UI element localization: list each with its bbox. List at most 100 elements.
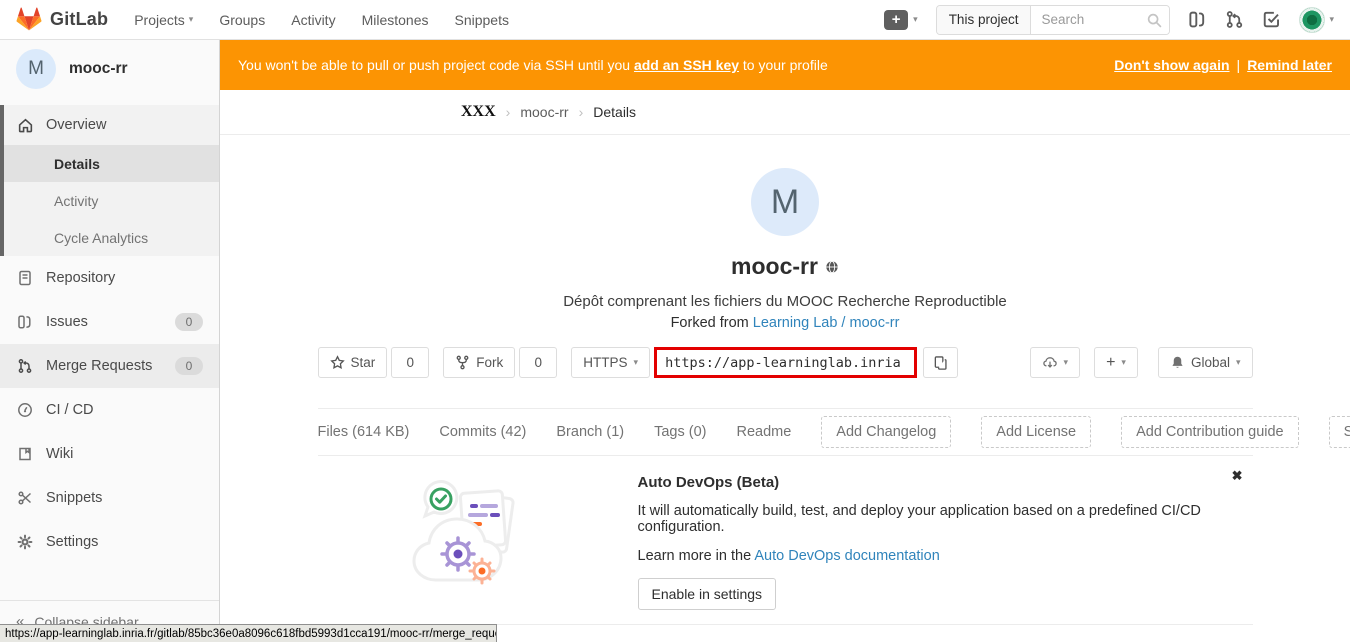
nav-projects[interactable]: Projects▾ [134, 12, 193, 28]
sidebar-item-label: Overview [46, 117, 106, 133]
sidebar-item-snippets[interactable]: Snippets [0, 476, 219, 520]
bell-icon [1170, 355, 1185, 370]
sidebar-item-label: Snippets [46, 490, 102, 506]
plus-icon: + [884, 10, 908, 30]
notification-dropdown[interactable]: Global ▾ [1158, 347, 1253, 378]
sidebar-item-settings[interactable]: Settings [0, 520, 219, 564]
chevron-down-icon: ▾ [1329, 15, 1334, 24]
fork-count[interactable]: 0 [519, 347, 557, 378]
download-icon [1042, 355, 1058, 370]
project-description: Dépôt comprenant les fichiers du MOOC Re… [318, 293, 1253, 310]
active-section-indicator [0, 105, 4, 256]
project-sidebar: M mooc-rr Overview Details Activity Cycl… [0, 40, 220, 642]
gitlab-project-page: GitLab Projects▾ Groups Activity Milesto… [0, 0, 1350, 642]
copy-url-button[interactable] [923, 347, 958, 378]
nav-activity[interactable]: Activity [291, 12, 335, 28]
nav-milestones[interactable]: Milestones [362, 12, 429, 28]
gear-icon [16, 534, 34, 550]
breadcrumb-page[interactable]: Details [593, 104, 636, 120]
user-menu[interactable]: ▾ [1299, 7, 1334, 33]
tab-tags[interactable]: Tags (0) [654, 424, 706, 440]
tab-files[interactable]: Files (614 KB) [318, 424, 410, 440]
sidebar-item-details[interactable]: Details [0, 145, 219, 182]
ssh-warning-banner: You won't be able to pull or push projec… [220, 40, 1350, 90]
gitlab-logo[interactable]: GitLab [16, 7, 108, 32]
project-title: mooc-rr [731, 253, 818, 280]
fork-icon [455, 355, 470, 370]
chevron-down-icon: ▾ [1121, 358, 1126, 367]
nav-groups[interactable]: Groups [219, 12, 265, 28]
sidebar-item-label: CI / CD [46, 402, 94, 418]
project-avatar-small: M [16, 49, 56, 89]
chevron-down-icon: ▾ [913, 15, 918, 24]
create-new-dropdown[interactable]: + ▾ [1094, 347, 1138, 378]
issues-dashboard-icon[interactable] [1188, 10, 1207, 29]
gitlab-tanuki-icon [16, 7, 42, 32]
enable-in-settings-button[interactable]: Enable in settings [638, 578, 777, 610]
clipboard-icon [933, 355, 948, 371]
sidebar-item-label: Merge Requests [46, 358, 152, 374]
tab-commits[interactable]: Commits (42) [439, 424, 526, 440]
add-changelog-button[interactable]: Add Changelog [821, 416, 951, 448]
add-ssh-key-link[interactable]: add an SSH key [634, 57, 739, 73]
add-license-button[interactable]: Add License [981, 416, 1091, 448]
fork-button[interactable]: Fork [443, 347, 515, 378]
dont-show-again-link[interactable]: Don't show again [1114, 57, 1229, 73]
merge-requests-icon[interactable] [1225, 10, 1244, 29]
todos-icon[interactable] [1262, 10, 1281, 29]
sidebar-item-issues[interactable]: Issues 0 [0, 300, 219, 344]
chevron-down-icon: ▾ [634, 358, 639, 367]
tab-readme[interactable]: Readme [736, 424, 791, 440]
banner-actions: Don't show again | Remind later [1114, 57, 1332, 73]
new-dropdown-button[interactable]: + ▾ [884, 10, 918, 30]
tab-branches[interactable]: Branch (1) [556, 424, 624, 440]
sidebar-item-activity[interactable]: Activity [0, 182, 219, 219]
search-field [1031, 6, 1169, 34]
sidebar-item-merge-requests[interactable]: Merge Requests 0 [0, 344, 219, 388]
auto-devops-title: Auto DevOps (Beta) [638, 474, 1253, 491]
auto-devops-doc-link[interactable]: Auto DevOps documentation [754, 548, 939, 564]
gitlab-wordmark: GitLab [50, 9, 108, 30]
sidebar-item-overview[interactable]: Overview [0, 105, 219, 145]
search-scope-label[interactable]: This project [937, 6, 1032, 34]
top-navbar: GitLab Projects▾ Groups Activity Milesto… [0, 0, 1350, 40]
project-actions-row: Star 0 Fork 0 HTTPS ▾ [318, 347, 1253, 378]
project-stats-bar: Files (614 KB) Commits (42) Branch (1) T… [318, 409, 1253, 456]
book-icon [16, 446, 34, 462]
forked-from-link[interactable]: Learning Lab / mooc-rr [753, 315, 900, 331]
main-content: M mooc-rr Dépôt comprenant les fichiers … [220, 135, 1350, 642]
issues-count-badge: 0 [175, 313, 203, 331]
status-bar: https://app-learninglab.inria.fr/gitlab/… [0, 624, 497, 642]
close-icon[interactable]: ✖ [1232, 468, 1243, 484]
navbar-right: + ▾ This project [884, 5, 1334, 35]
breadcrumb-project[interactable]: mooc-rr [520, 104, 568, 120]
auto-devops-learn-more: Learn more in the Auto DevOps documentat… [638, 548, 1253, 564]
sidebar-project-header[interactable]: M mooc-rr [0, 40, 219, 97]
home-icon [16, 117, 34, 134]
clone-protocol-dropdown[interactable]: HTTPS ▾ [571, 347, 650, 378]
merge-requests-count-badge: 0 [175, 357, 203, 375]
sidebar-item-wiki[interactable]: Wiki [0, 432, 219, 476]
sidebar-item-repository[interactable]: Repository [0, 256, 219, 300]
star-count[interactable]: 0 [391, 347, 429, 378]
chevron-down-icon: ▾ [189, 15, 194, 24]
search-icon [1146, 12, 1163, 29]
forked-from-line: Forked from Learning Lab / mooc-rr [318, 315, 1253, 331]
user-avatar [1299, 7, 1325, 33]
sidebar-item-cycle-analytics[interactable]: Cycle Analytics [0, 219, 219, 256]
breadcrumb-group[interactable]: XXX [461, 103, 496, 121]
sidebar-item-ci-cd[interactable]: CI / CD [0, 388, 219, 432]
breadcrumb: XXX › mooc-rr › Details [220, 90, 1350, 135]
ssh-warning-text: You won't be able to pull or push projec… [238, 57, 828, 73]
plus-icon: + [1106, 355, 1115, 371]
setup-ci-cd-button[interactable]: Set up CI/CD [1329, 416, 1350, 448]
star-button[interactable]: Star [318, 347, 388, 378]
clone-url-input[interactable] [654, 347, 917, 378]
banner-separator: | [1237, 57, 1241, 73]
sidebar-overview-group: Overview Details Activity Cycle Analytic… [0, 105, 219, 256]
download-dropdown[interactable]: ▾ [1030, 347, 1081, 378]
nav-snippets[interactable]: Snippets [455, 12, 509, 28]
sidebar-project-name: mooc-rr [69, 60, 128, 78]
add-contribution-guide-button[interactable]: Add Contribution guide [1121, 416, 1299, 448]
remind-later-link[interactable]: Remind later [1247, 57, 1332, 73]
